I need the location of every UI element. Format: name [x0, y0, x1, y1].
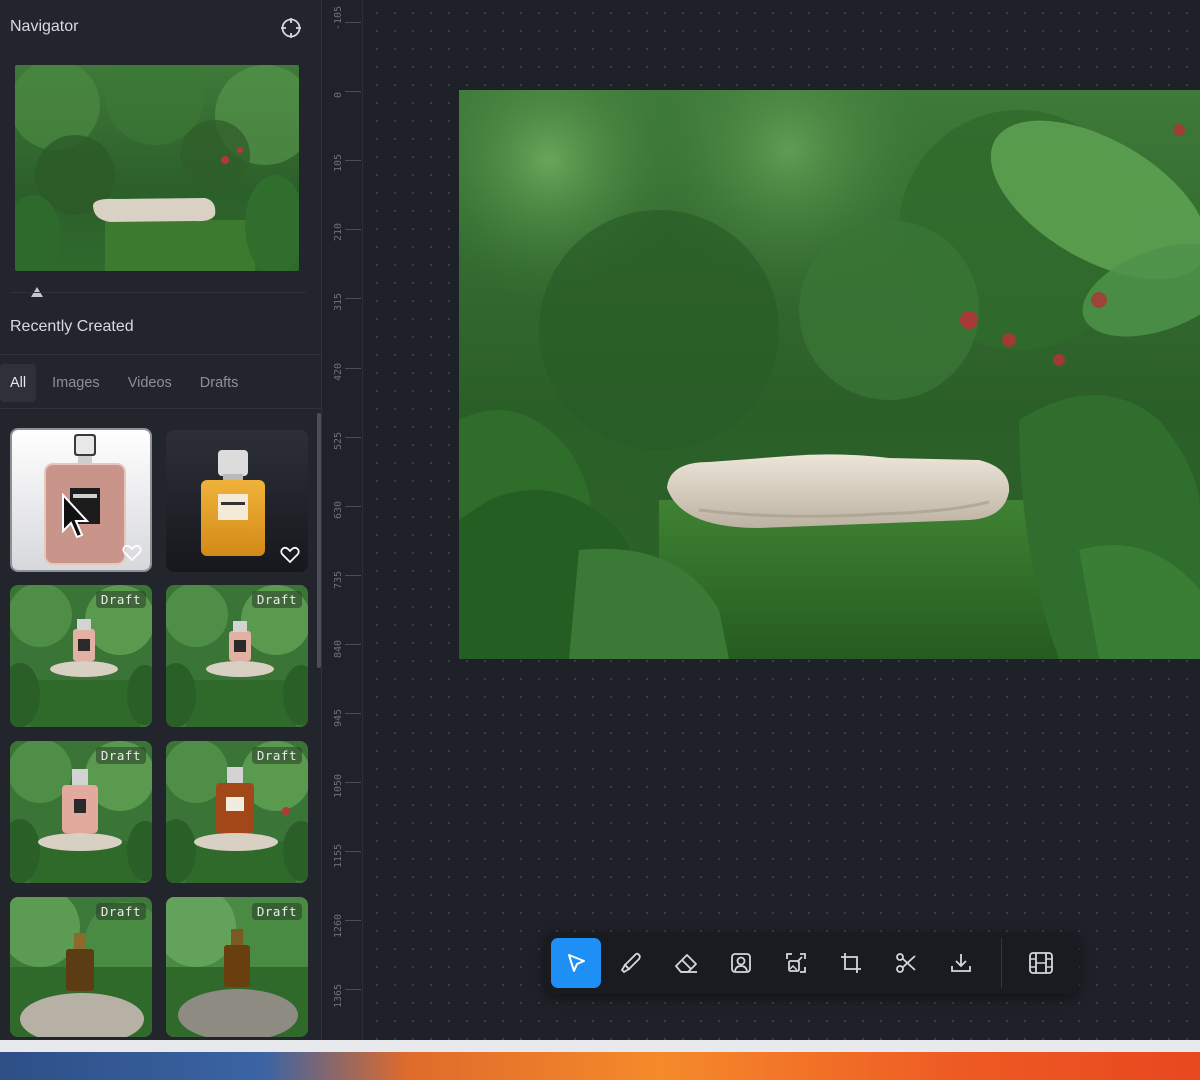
image-expand-icon[interactable] — [771, 938, 821, 988]
film-icon[interactable] — [1016, 938, 1066, 988]
divider — [0, 408, 321, 409]
os-taskbar — [0, 1052, 1200, 1080]
ruler-tick — [345, 782, 361, 783]
ruler-tick — [345, 506, 361, 507]
ruler-tick-label: 1260 — [333, 913, 344, 938]
list-item[interactable]: Draft — [166, 741, 308, 883]
ruler-tick — [345, 437, 361, 438]
recent-gallery: Draft Draft Draft Draft Draft Draft — [10, 428, 310, 1048]
bottom-toolbar — [545, 932, 1079, 994]
list-item[interactable]: Draft — [166, 897, 308, 1037]
ruler-tick — [345, 920, 361, 921]
status-badge: Draft — [95, 903, 146, 920]
list-item[interactable]: Draft — [10, 585, 152, 727]
crop-icon[interactable] — [826, 938, 876, 988]
ruler-tick-label: 630 — [333, 500, 344, 519]
ruler-tick — [345, 160, 361, 161]
list-item[interactable] — [10, 428, 152, 572]
list-item[interactable]: Draft — [166, 585, 308, 727]
ruler-tick-label: 105 — [333, 153, 344, 172]
heart-icon[interactable] — [280, 546, 300, 564]
ruler-tick — [345, 713, 361, 714]
canvas-image[interactable] — [459, 90, 1200, 659]
recently-created-title: Recently Created — [10, 318, 134, 335]
navigator-preview[interactable] — [15, 65, 299, 271]
ruler-tick-label: 420 — [333, 362, 344, 381]
tab-images[interactable]: Images — [42, 364, 110, 402]
status-badge: Draft — [95, 591, 146, 608]
ruler-tick — [345, 989, 361, 990]
heart-icon[interactable] — [122, 544, 142, 562]
ruler-tick-label: 1365 — [333, 983, 344, 1008]
ruler-tick-label: 0 — [333, 91, 344, 98]
gallery-scrollbar[interactable] — [317, 413, 321, 668]
tab-all[interactable]: All — [0, 364, 37, 402]
list-item[interactable] — [166, 430, 308, 572]
app-window: Navigator Recently Created All Images Vi… — [0, 0, 1200, 1080]
navigator-title: Navigator — [10, 18, 79, 35]
ruler-tick-label: 840 — [333, 639, 344, 658]
tab-drafts[interactable]: Drafts — [190, 364, 249, 402]
window-bottom-edge — [0, 1040, 1200, 1052]
navigator-header: Navigator — [0, 0, 321, 56]
ruler-tick — [345, 851, 361, 852]
ruler-tick — [345, 575, 361, 576]
eraser-icon[interactable] — [661, 938, 711, 988]
filter-tabs: All Images Videos Drafts — [0, 364, 248, 402]
download-icon[interactable] — [936, 938, 986, 988]
ruler-tick — [345, 368, 361, 369]
ruler-tick-label: 1155 — [333, 843, 344, 868]
status-badge: Draft — [251, 747, 302, 764]
tab-videos[interactable]: Videos — [118, 364, 182, 402]
list-item[interactable]: Draft — [10, 897, 152, 1037]
scissors-icon[interactable] — [881, 938, 931, 988]
divider — [0, 354, 321, 355]
ruler-tick-label: 1050 — [333, 773, 344, 798]
list-item[interactable]: Draft — [10, 741, 152, 883]
divider — [10, 292, 306, 293]
toolbar-divider — [1001, 938, 1002, 988]
ruler-tick-label: 525 — [333, 431, 344, 450]
status-badge: Draft — [95, 747, 146, 764]
ruler-tick-label: 735 — [333, 570, 344, 589]
brush-icon[interactable] — [606, 938, 656, 988]
pointer-icon[interactable] — [551, 938, 601, 988]
status-badge: Draft — [251, 903, 302, 920]
ruler-tick-label: 315 — [333, 292, 344, 311]
ruler-tick — [345, 298, 361, 299]
ruler-tick — [345, 22, 361, 23]
ruler-tick-label: 210 — [333, 222, 344, 241]
ruler-tick-label: -105 — [333, 5, 344, 30]
ruler-tick-label: 945 — [333, 708, 344, 727]
portrait-icon[interactable] — [716, 938, 766, 988]
crosshair-icon[interactable] — [279, 16, 303, 40]
ruler-tick — [345, 644, 361, 645]
status-badge: Draft — [251, 591, 302, 608]
ruler-tick — [345, 91, 361, 92]
ruler-tick — [345, 229, 361, 230]
